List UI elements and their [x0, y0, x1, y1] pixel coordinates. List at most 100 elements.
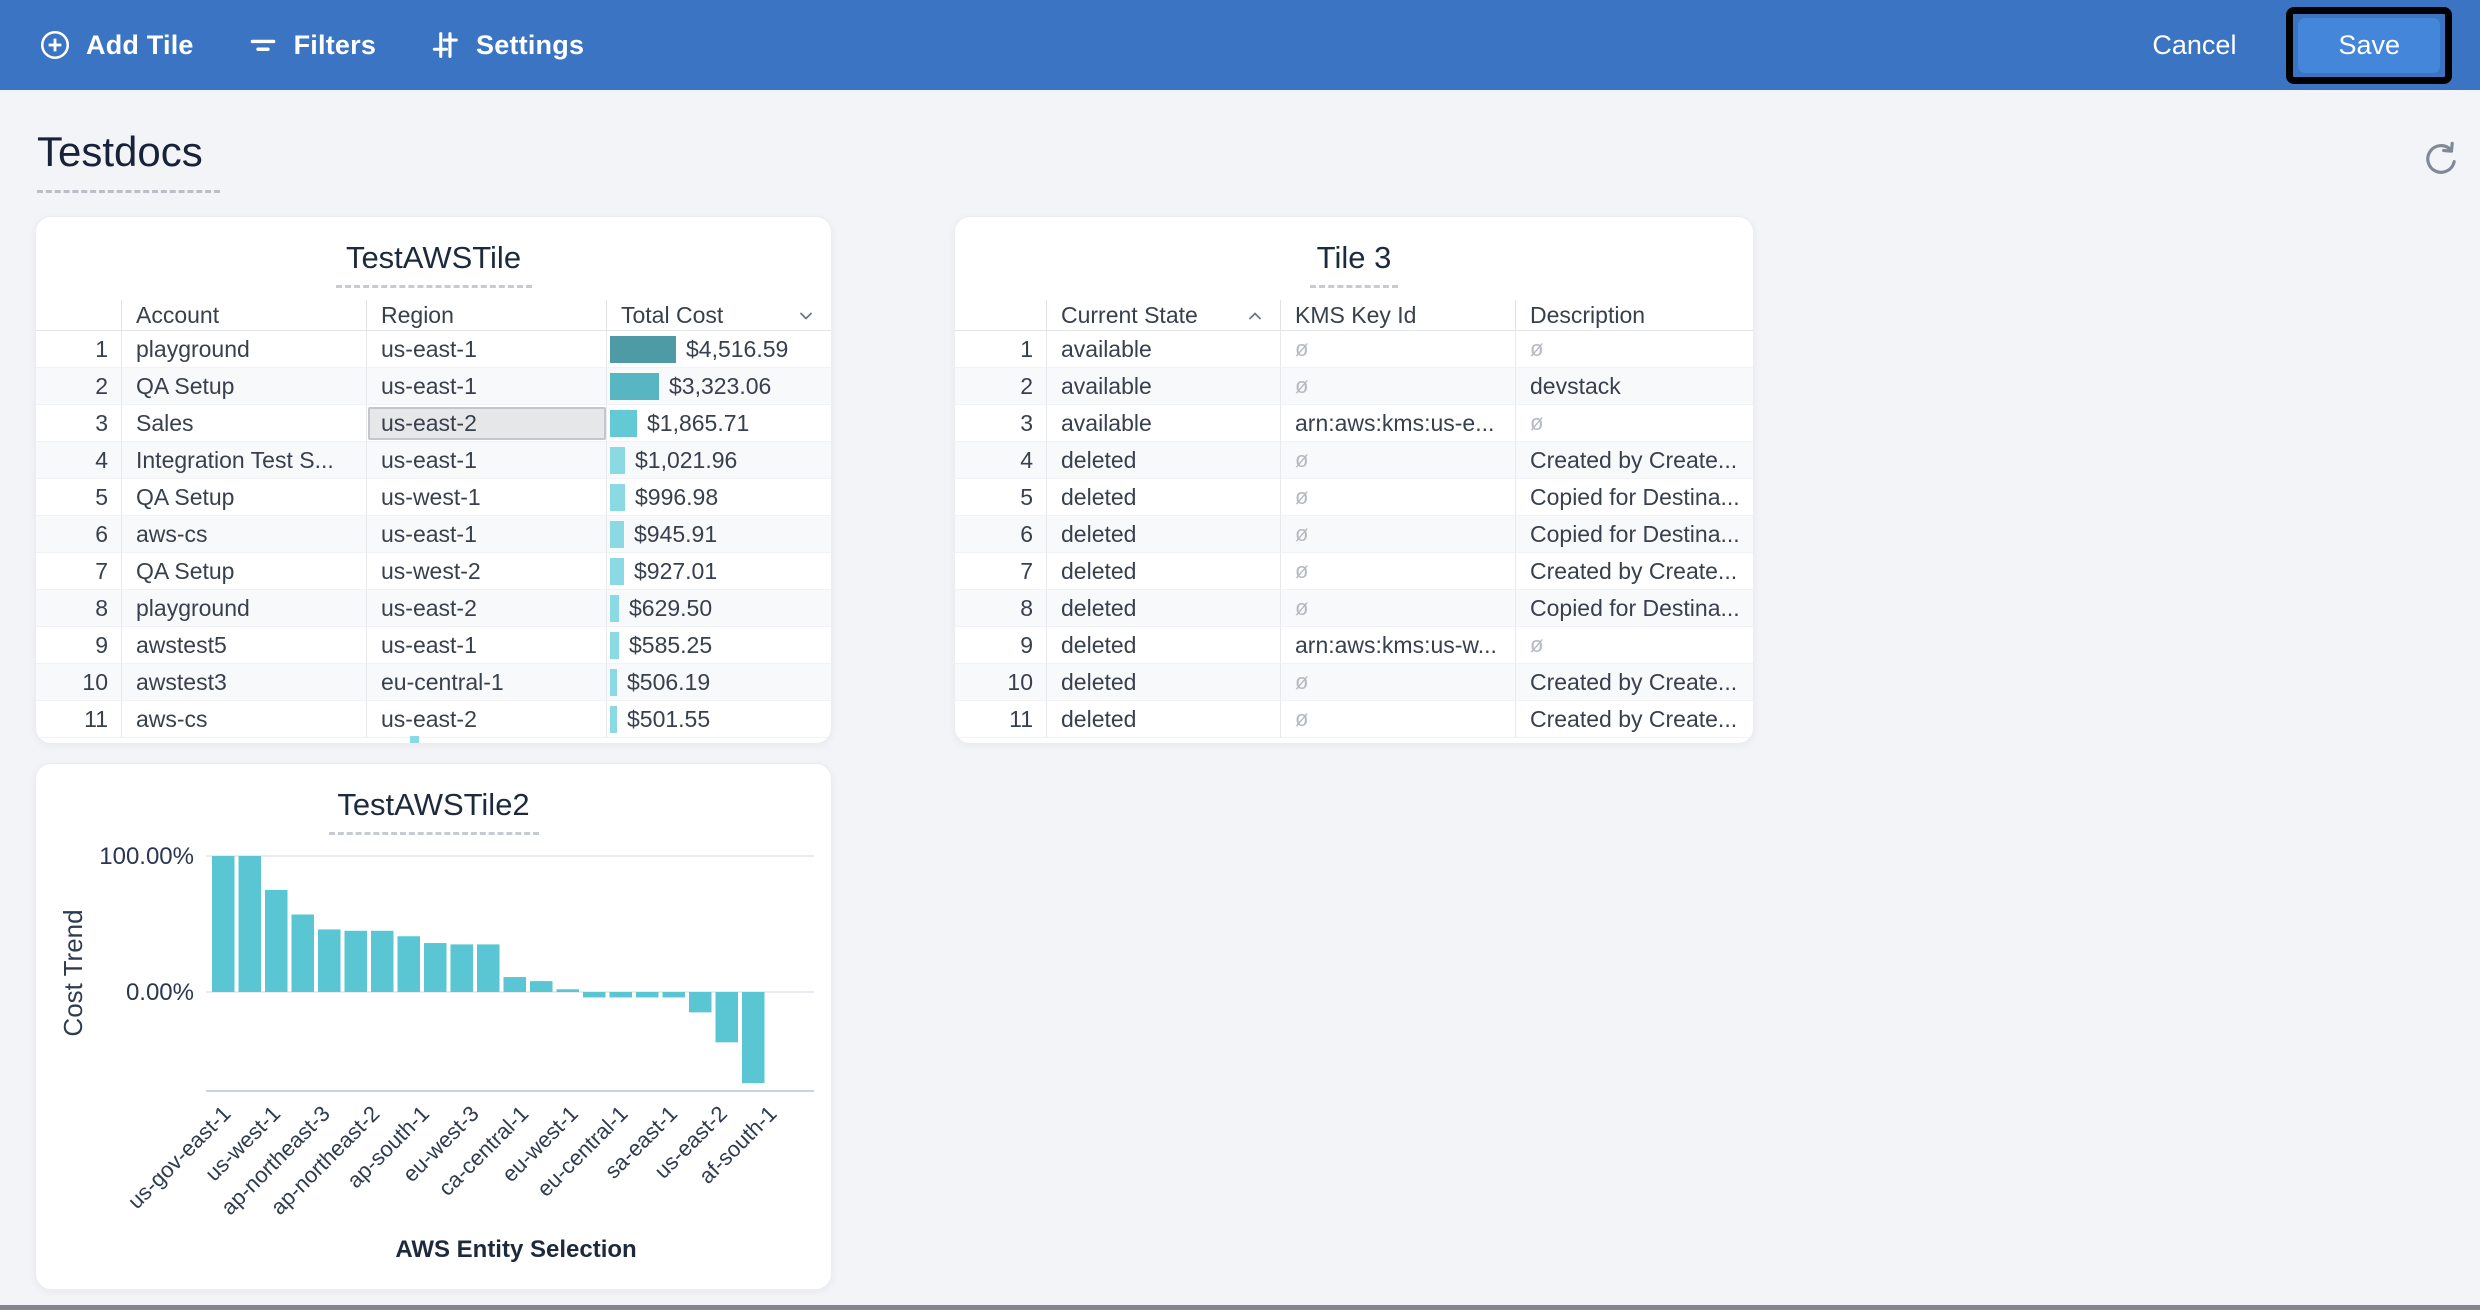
cell-account[interactable]: aws-cs — [122, 516, 367, 553]
cell-description[interactable]: Copied for Destina... — [1516, 516, 1753, 553]
cell-account[interactable]: playground — [122, 331, 367, 368]
cell-description[interactable]: Created by Create... — [1516, 553, 1753, 590]
cell-account[interactable]: awstest5 — [122, 627, 367, 664]
table-row: 11aws-csus-east-2$501.55 — [36, 701, 831, 738]
row-number: 10 — [955, 664, 1047, 701]
cell-account[interactable]: playground — [122, 590, 367, 627]
refresh-button[interactable] — [2421, 139, 2461, 179]
cell-region[interactable]: us-east-1 — [367, 368, 607, 405]
save-button[interactable]: Save — [2298, 18, 2440, 73]
refresh-icon — [2421, 139, 2461, 179]
cell-total-cost[interactable]: $501.55 — [607, 701, 831, 738]
table-row: 4Integration Test S...us-east-1$1,021.96 — [36, 442, 831, 479]
settings-button[interactable]: Settings — [428, 28, 584, 62]
row-number: 6 — [955, 516, 1047, 553]
toolbar-right-group: Cancel Save — [2148, 7, 2452, 84]
cell-current-state[interactable]: available — [1047, 331, 1281, 368]
cell-total-cost[interactable]: $585.25 — [607, 627, 831, 664]
tile-title[interactable]: TestAWSTile2 — [36, 786, 831, 824]
cell-total-cost[interactable]: $945.91 — [607, 516, 831, 553]
tile-title[interactable]: Tile 3 — [955, 239, 1753, 277]
cell-current-state[interactable]: deleted — [1047, 664, 1281, 701]
page-title[interactable]: Testdocs — [37, 128, 203, 176]
cell-current-state[interactable]: deleted — [1047, 553, 1281, 590]
cell-description[interactable]: ø — [1516, 627, 1753, 664]
cell-description[interactable]: Copied for Destina... — [1516, 479, 1753, 516]
cell-total-cost[interactable]: $996.98 — [607, 479, 831, 516]
cell-account[interactable]: Sales — [122, 405, 367, 442]
cell-current-state[interactable]: deleted — [1047, 590, 1281, 627]
cell-kms-key-id[interactable]: ø — [1281, 331, 1516, 368]
cell-current-state[interactable]: deleted — [1047, 701, 1281, 738]
cell-kms-key-id[interactable]: ø — [1281, 590, 1516, 627]
cell-region[interactable]: us-east-2 — [367, 590, 607, 627]
column-header-description[interactable]: Description — [1516, 300, 1753, 331]
cell-total-cost[interactable]: $1,021.96 — [607, 442, 831, 479]
tile-title-underline — [329, 832, 539, 835]
cell-description[interactable]: devstack — [1516, 368, 1753, 405]
cell-description[interactable]: ø — [1516, 405, 1753, 442]
table-row: 7deletedøCreated by Create... — [955, 553, 1753, 590]
cell-kms-key-id[interactable]: ø — [1281, 701, 1516, 738]
cell-kms-key-id[interactable]: arn:aws:kms:us-e... — [1281, 405, 1516, 442]
cell-region[interactable]: us-west-2 — [367, 553, 607, 590]
filters-button[interactable]: Filters — [246, 28, 376, 62]
cell-account[interactable]: QA Setup — [122, 368, 367, 405]
column-header-current-state[interactable]: Current State — [1047, 300, 1281, 331]
cell-current-state[interactable]: deleted — [1047, 479, 1281, 516]
cancel-button[interactable]: Cancel — [2148, 22, 2240, 69]
cell-account[interactable]: awstest3 — [122, 664, 367, 701]
cell-kms-key-id[interactable]: ø — [1281, 516, 1516, 553]
chart-bar — [742, 992, 765, 1083]
row-number: 9 — [36, 627, 122, 664]
cell-current-state[interactable]: available — [1047, 368, 1281, 405]
cell-kms-key-id[interactable]: ø — [1281, 553, 1516, 590]
cell-kms-key-id[interactable]: ø — [1281, 368, 1516, 405]
cell-total-cost[interactable]: $927.01 — [607, 553, 831, 590]
cell-kms-key-id[interactable]: ø — [1281, 664, 1516, 701]
cell-region[interactable]: us-east-1 — [367, 516, 607, 553]
cell-region[interactable]: us-east-1 — [367, 442, 607, 479]
cell-region[interactable]: us-east-1 — [367, 331, 607, 368]
column-header-total-cost[interactable]: Total Cost — [607, 300, 831, 331]
cell-total-cost[interactable]: $4,516.59 — [607, 331, 831, 368]
cell-total-cost[interactable]: $506.19 — [607, 664, 831, 701]
column-header-region[interactable]: Region — [367, 300, 607, 331]
column-header-account[interactable]: Account — [122, 300, 367, 331]
row-number: 1 — [955, 331, 1047, 368]
cell-current-state[interactable]: available — [1047, 405, 1281, 442]
cell-account[interactable]: QA Setup — [122, 479, 367, 516]
cost-data-bar — [610, 521, 624, 548]
cost-data-bar — [610, 447, 625, 474]
cell-account[interactable]: QA Setup — [122, 553, 367, 590]
cell-region[interactable]: us-east-1 — [367, 627, 607, 664]
cell-description[interactable]: Created by Create... — [1516, 664, 1753, 701]
add-tile-button[interactable]: Add Tile — [38, 28, 194, 62]
cell-description[interactable]: Created by Create... — [1516, 701, 1753, 738]
tile-title[interactable]: TestAWSTile — [36, 239, 831, 277]
cell-kms-key-id[interactable]: ø — [1281, 479, 1516, 516]
cell-total-cost[interactable]: $629.50 — [607, 590, 831, 627]
cell-region[interactable]: us-east-2 — [367, 701, 607, 738]
cell-kms-key-id[interactable]: ø — [1281, 442, 1516, 479]
column-header-kms-key-id[interactable]: KMS Key Id — [1281, 300, 1516, 331]
cell-current-state[interactable]: deleted — [1047, 516, 1281, 553]
cell-account[interactable]: aws-cs — [122, 701, 367, 738]
cell-kms-key-id[interactable]: arn:aws:kms:us-w... — [1281, 627, 1516, 664]
cell-region[interactable]: us-east-2 — [367, 405, 607, 442]
cell-region[interactable]: eu-central-1 — [367, 664, 607, 701]
cell-current-state[interactable]: deleted — [1047, 627, 1281, 664]
cell-description[interactable]: Copied for Destina... — [1516, 590, 1753, 627]
chart-bar — [398, 936, 421, 992]
row-number: 6 — [36, 516, 122, 553]
chart-bar — [583, 992, 606, 997]
cell-total-cost[interactable]: $1,865.71 — [607, 405, 831, 442]
cell-current-state[interactable]: deleted — [1047, 442, 1281, 479]
chart-bar — [689, 992, 712, 1012]
data-grid: Current State KMS Key IdDescription 1avai… — [955, 300, 1753, 738]
cell-description[interactable]: Created by Create... — [1516, 442, 1753, 479]
cell-description[interactable]: ø — [1516, 331, 1753, 368]
cell-region[interactable]: us-west-1 — [367, 479, 607, 516]
cell-account[interactable]: Integration Test S... — [122, 442, 367, 479]
cell-total-cost[interactable]: $3,323.06 — [607, 368, 831, 405]
